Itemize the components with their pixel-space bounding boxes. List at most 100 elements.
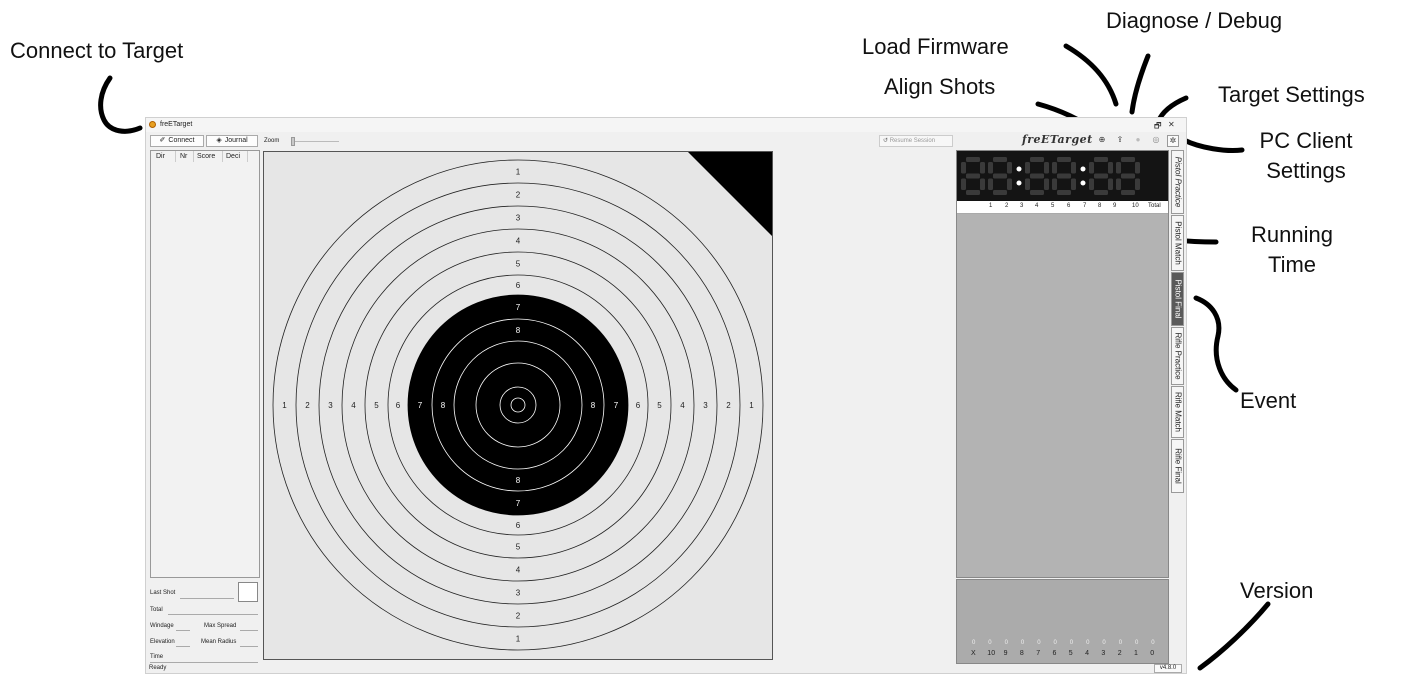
elevation-value [176, 646, 190, 647]
total-value [168, 614, 258, 615]
journal-button[interactable]: ◈ Journal [206, 135, 258, 147]
shot-number: 1 [989, 203, 993, 209]
annotation-pc-client-line1: PC Client [1259, 128, 1353, 153]
arrow-version [1197, 601, 1271, 671]
histogram-count: 0 [1102, 640, 1106, 646]
clock-digit [1025, 157, 1049, 195]
clock-digit [988, 157, 1012, 195]
column-divider [193, 151, 194, 162]
clock-digit [1089, 157, 1113, 195]
annotation-connect-to-target: Connect to Target [10, 38, 184, 63]
annotation-pc-client-line2: Settings [1266, 158, 1346, 183]
restore-button[interactable]: 🗗 [1154, 120, 1162, 134]
target-corner-mark [688, 152, 772, 236]
shot-number: 5 [1051, 203, 1055, 209]
annotation-running-time-line2: Time [1267, 252, 1317, 277]
stats-panel: Last Shot Total Windage Max Spread Eleva… [146, 578, 262, 663]
histogram-category: 9 [1003, 650, 1008, 657]
event-tab-rifle-match[interactable]: Rifle Match [1171, 386, 1184, 438]
event-tabs: Pistol Practice Pistol Match Pistol Final R… [1171, 150, 1185, 493]
connect-button[interactable]: ✐ Connect [150, 135, 204, 147]
annotation-load-firmware: Load Firmware [862, 34, 1009, 59]
ring-label: 1 [516, 635, 521, 644]
time-label: Time [150, 654, 164, 660]
ring-label: 7 [614, 401, 619, 410]
target-settings-button[interactable]: ◎ [1150, 135, 1162, 147]
shot-number-row: 1 2 3 4 5 6 7 8 9 10 Total [957, 201, 1168, 214]
journal-icon: ◈ [216, 137, 222, 144]
column-dir: Dir [156, 153, 165, 160]
target-svg: 1 1 1 1 2 2 2 2 3 3 3 3 4 4 4 4 5 5 5 5 6 6 6 6 7 7 7 7 8 8 8 8 [272, 152, 772, 651]
clock-colon [1080, 166, 1086, 186]
windage-value [176, 630, 190, 631]
zoom-label: Zoom [264, 138, 280, 144]
annotation-target-settings: Target Settings [1218, 82, 1365, 107]
annotation-event: Event [1240, 388, 1297, 413]
ring-label: 1 [749, 401, 754, 410]
load-firmware-button[interactable]: ⇪ [1114, 135, 1126, 147]
ring-label: 7 [516, 303, 521, 312]
pc-client-settings-button[interactable]: ✲ [1167, 135, 1179, 147]
arrow-diagnose [1129, 53, 1151, 115]
ring-label: 6 [516, 521, 521, 530]
ring-label: 1 [282, 401, 287, 410]
app-logo: freETarget [1022, 133, 1093, 146]
ring-label: 4 [516, 566, 521, 575]
column-score: Score [197, 153, 216, 160]
histogram-count: 0 [1020, 640, 1025, 646]
zoom-thumb[interactable] [291, 137, 295, 146]
shot-list[interactable]: Dir Nr Score Deci [150, 150, 260, 578]
arrow-load-firmware [1063, 43, 1119, 107]
shot-number: 6 [1067, 203, 1071, 209]
column-divider [247, 151, 248, 162]
shot-number: 4 [1035, 203, 1039, 209]
annotation-align-shots: Align Shots [884, 74, 996, 99]
shot-number: 2 [1005, 203, 1009, 209]
ring-label: 5 [516, 543, 521, 552]
shot-number: 7 [1083, 203, 1087, 209]
max-spread-label: Max Spread [204, 623, 237, 629]
last-shot-value [180, 598, 234, 599]
annotation-pc-client-settings: PC Client Settings [1246, 128, 1366, 184]
last-shot-box [238, 582, 258, 602]
score-histogram: 0 X 0 10 0 9 0 8 0 7 0 6 0 5 0 4 0 3 0 2 0 1 0 0 [956, 579, 1169, 664]
histogram-category: 3 [1101, 650, 1106, 657]
event-tab-rifle-final[interactable]: Rifle Final [1171, 439, 1184, 493]
histogram-category: 4 [1085, 650, 1089, 657]
ring-label: 7 [516, 499, 521, 508]
app-window: freETarget 🗗 ✕ ✐ Connect ◈ Journal Zoom ↺ … [145, 117, 1187, 674]
clock-digits [961, 157, 1140, 195]
histogram-category: 0 [1150, 650, 1155, 657]
histogram-category: X [971, 650, 976, 657]
ring-label: 3 [328, 401, 333, 410]
status-text: Ready [149, 665, 167, 671]
histogram-category: 5 [1068, 650, 1073, 657]
ring-label: 3 [516, 589, 521, 598]
ring-label: 2 [726, 401, 731, 410]
diagnose-button[interactable]: ● [1132, 135, 1144, 147]
target-canvas[interactable]: 1 1 1 1 2 2 2 2 3 3 3 3 4 4 4 4 5 5 5 5 6 6 6 6 7 7 7 7 8 8 8 8 [263, 151, 773, 660]
arrow-event [1193, 295, 1239, 393]
annotation-running-time-line1: Running [1251, 222, 1333, 247]
arrow-connect [98, 75, 143, 134]
event-tab-pistol-match[interactable]: Pistol Match [1171, 215, 1184, 271]
ring-label: 7 [418, 401, 423, 410]
event-tab-label: Pistol Final [1173, 279, 1182, 319]
close-button[interactable]: ✕ [1168, 120, 1175, 129]
zoom-slider[interactable] [291, 137, 339, 146]
event-tab-rifle-practice[interactable]: Rifle Practice [1171, 327, 1184, 385]
clock-digit [961, 157, 985, 195]
event-tab-pistol-practice[interactable]: Pistol Practice [1171, 150, 1184, 214]
align-shots-button[interactable]: ⊕ [1096, 135, 1108, 147]
shot-number: 10 [1132, 203, 1139, 209]
time-value [150, 662, 258, 663]
event-tab-pistol-final[interactable]: Pistol Final [1171, 272, 1184, 326]
mean-radius-label: Mean Radius [201, 639, 237, 645]
diagnose-icon: ● [1135, 135, 1141, 144]
status-bar: Ready v4.8.0 [146, 664, 1186, 674]
ring-label: 5 [374, 401, 379, 410]
resume-session-button[interactable]: ↺ Resume Session [879, 135, 953, 147]
histogram-category: 2 [1117, 650, 1122, 657]
histogram-count: 0 [1053, 640, 1057, 646]
histogram-category: 1 [1134, 650, 1138, 657]
